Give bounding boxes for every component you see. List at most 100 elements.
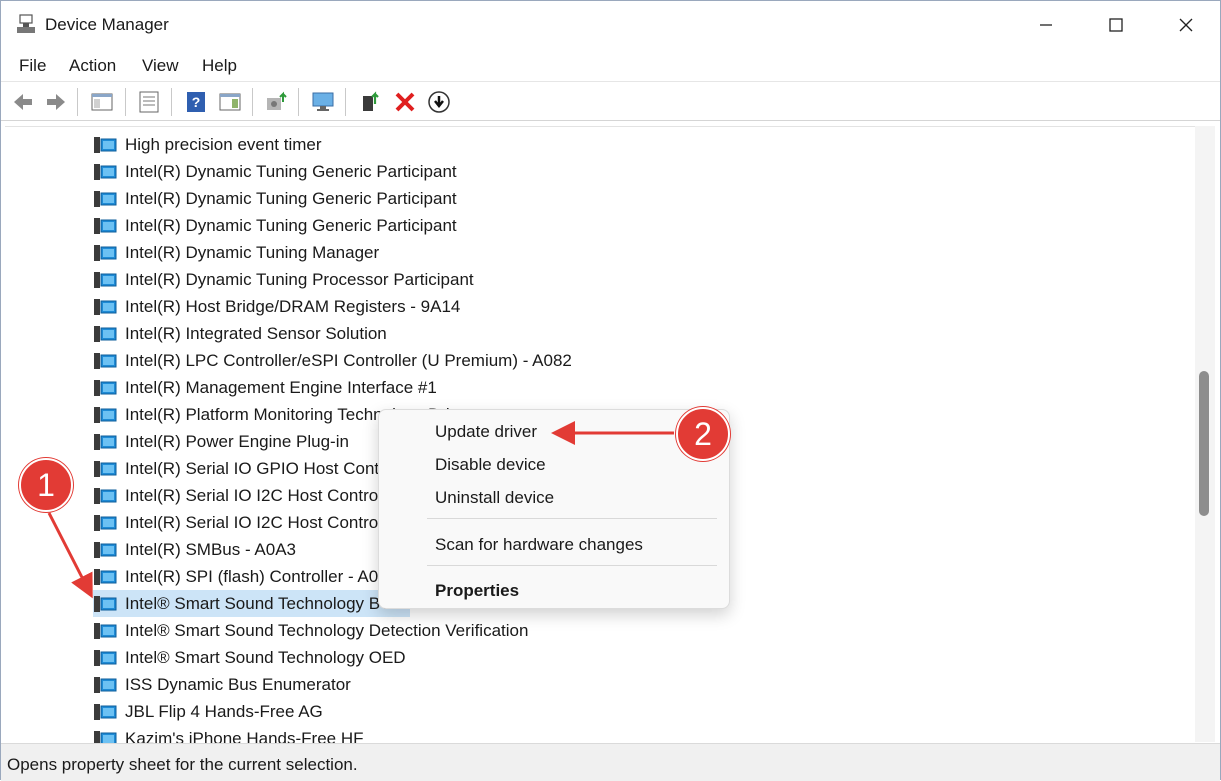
disable-device-menu-item[interactable]: Disable device [435,455,546,475]
system-device-icon [94,136,117,153]
properties-menu-item[interactable]: Properties [435,581,519,601]
menu-action[interactable]: Action [69,56,116,76]
system-device-icon [94,433,117,450]
device-label: Intel(R) SPI (flash) Controller - A0A4 [125,566,399,586]
help-icon[interactable]: ? [184,90,208,114]
device-row[interactable]: JBL Flip 4 Hands-Free AG [93,698,329,725]
device-row[interactable]: Kazim's iPhone Hands-Free HF [93,725,370,743]
uninstall-icon[interactable] [393,90,417,114]
close-button[interactable] [1151,1,1221,49]
menu-separator [427,565,717,566]
vertical-scrollbar[interactable] [1195,126,1215,742]
minimize-button[interactable] [1011,1,1081,49]
device-label: Intel(R) Management Engine Interface #1 [125,377,437,397]
download-icon[interactable] [427,90,451,114]
system-device-icon [94,244,117,261]
minimize-icon [1040,24,1052,26]
scan-hardware-menu-item[interactable]: Scan for hardware changes [435,535,643,555]
status-bar: Opens property sheet for the current sel… [1,743,1220,781]
device-row[interactable]: Intel(R) Dynamic Tuning Generic Particip… [93,158,463,185]
system-device-icon [94,649,117,666]
maximize-button[interactable] [1081,1,1151,49]
system-device-icon [94,541,117,558]
system-device-icon [94,325,117,342]
properties-icon[interactable] [137,90,161,114]
device-label: Intel(R) Serial IO I2C Host Controller [125,512,401,532]
action-pane-icon[interactable] [218,90,242,114]
maximize-icon [1109,18,1123,32]
device-label: Kazim's iPhone Hands-Free HF [125,728,364,744]
system-device-icon [94,352,117,369]
device-row[interactable]: Intel(R) Serial IO I2C Host Controller [93,482,407,509]
scan-hardware-icon[interactable] [311,90,335,114]
show-hide-console-tree-icon[interactable] [90,90,114,114]
toolbar-separator [252,88,253,116]
device-label: High precision event timer [125,134,322,154]
toolbar-separator [125,88,126,116]
forward-icon[interactable] [44,90,68,114]
device-row[interactable]: Intel(R) LPC Controller/eSPI Controller … [93,347,578,374]
step-badge-2: 2 [676,407,730,461]
toolbar-separator [345,88,346,116]
device-label: Intel(R) Dynamic Tuning Generic Particip… [125,215,457,235]
system-device-icon [94,487,117,504]
system-device-icon [94,595,117,612]
window-title: Device Manager [45,15,169,34]
device-label: Intel® Smart Sound Technology OED [125,647,406,667]
device-label: Intel(R) Dynamic Tuning Manager [125,242,380,262]
system-device-icon [94,406,117,423]
toolbar: ? [1,81,1220,121]
device-row[interactable]: ISS Dynamic Bus Enumerator [93,671,357,698]
back-icon[interactable] [11,90,35,114]
device-row[interactable]: Intel(R) SPI (flash) Controller - A0A4 [93,563,405,590]
status-text: Opens property sheet for the current sel… [7,755,358,774]
uninstall-device-menu-item[interactable]: Uninstall device [435,488,554,508]
system-device-icon [94,460,117,477]
device-row[interactable]: Intel(R) Management Engine Interface #1 [93,374,443,401]
device-row[interactable]: Intel(R) Dynamic Tuning Generic Particip… [93,185,463,212]
system-device-icon [94,514,117,531]
device-row[interactable]: Intel® Smart Sound Technology OED [93,644,412,671]
device-row[interactable]: Intel® Smart Sound Technology BUS [93,590,410,617]
system-device-icon [94,190,117,207]
close-icon [1179,18,1193,32]
device-label: Intel® Smart Sound Technology Detection … [125,620,529,640]
device-row[interactable]: Intel(R) Dynamic Tuning Manager [93,239,385,266]
device-manager-window: Device Manager File Action View Help ? H… [0,0,1221,781]
device-row[interactable]: Intel® Smart Sound Technology Detection … [93,617,534,644]
device-label: Intel(R) Integrated Sensor Solution [125,323,387,343]
device-label: Intel(R) Dynamic Tuning Processor Partic… [125,269,474,289]
device-label: Intel(R) Dynamic Tuning Generic Particip… [125,161,457,181]
device-row[interactable]: Intel(R) Dynamic Tuning Processor Partic… [93,266,480,293]
device-row[interactable]: Intel(R) Integrated Sensor Solution [93,320,393,347]
device-row[interactable]: Intel(R) Dynamic Tuning Generic Particip… [93,212,463,239]
device-label: Intel(R) Power Engine Plug-in [125,431,349,451]
menu-help[interactable]: Help [202,56,237,76]
device-row[interactable]: High precision event timer [93,131,328,158]
device-row[interactable]: Intel(R) Serial IO I2C Host Controller [93,509,407,536]
system-device-icon [94,271,117,288]
step-badge-1: 1 [19,458,73,512]
device-label: Intel(R) LPC Controller/eSPI Controller … [125,350,572,370]
device-row[interactable]: Intel(R) Serial IO GPIO Host Controller [93,455,423,482]
menu-file[interactable]: File [19,56,46,76]
system-device-icon [94,163,117,180]
device-row[interactable]: Intel(R) Power Engine Plug-in [93,428,355,455]
device-manager-icon [17,14,35,33]
scrollbar-thumb[interactable] [1199,371,1209,516]
device-row[interactable]: Intel(R) SMBus - A0A3 [93,536,302,563]
device-row[interactable]: Intel(R) Host Bridge/DRAM Registers - 9A… [93,293,466,320]
system-device-icon [94,217,117,234]
menu-view[interactable]: View [142,56,179,76]
update-driver-icon[interactable] [264,90,288,114]
toolbar-separator [171,88,172,116]
system-device-icon [94,676,117,693]
update-driver-menu-item[interactable]: Update driver [435,422,537,442]
title-bar: Device Manager [1,1,1220,49]
device-label: JBL Flip 4 Hands-Free AG [125,701,323,721]
menu-separator [427,518,717,519]
enable-device-icon[interactable] [359,90,383,114]
system-device-icon [94,568,117,585]
device-label: Intel(R) Dynamic Tuning Generic Particip… [125,188,457,208]
device-label: Intel(R) Serial IO I2C Host Controller [125,485,401,505]
